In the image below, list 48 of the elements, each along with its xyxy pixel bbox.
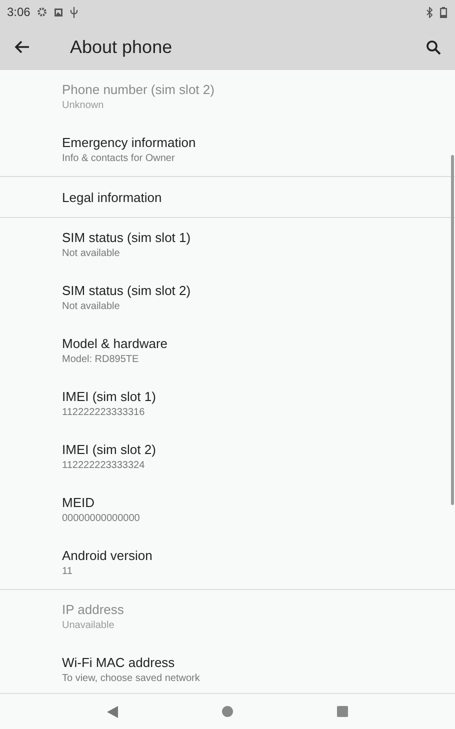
item-title: SIM status (sim slot 2) [62, 283, 192, 298]
item-title: SIM status (sim slot 1) [62, 230, 192, 245]
item-summary: Not available [62, 301, 121, 312]
back-arrow-icon [14, 40, 30, 54]
item-summary: 11 [62, 566, 74, 577]
settings-item[interactable]: Android version 11 [0, 536, 449, 589]
item-title: Legal information [62, 190, 163, 204]
item-summary: 00000000000000 [62, 513, 141, 524]
settings-item[interactable]: Model & hardware Model: RD895TE [0, 324, 449, 377]
settings-item[interactable]: MEID 00000000000000 [0, 483, 449, 536]
item-summary: Unknown [62, 100, 105, 111]
item-title: Emergency information [62, 135, 197, 150]
battery-icon [440, 6, 447, 18]
item-summary: Not available [62, 248, 121, 259]
settings-item[interactable]: IMEI (sim slot 1) 112222223333316 [0, 377, 449, 430]
item-title: IP address [62, 602, 125, 617]
item-title: Model & hardware [62, 336, 168, 351]
search-icon [426, 40, 441, 54]
item-summary: 112222223333324 [62, 460, 146, 471]
bluetooth-icon [426, 6, 433, 18]
status-time: 3:06 [7, 5, 30, 19]
item-title: Wi-Fi MAC address [62, 655, 176, 670]
item-summary: To view, choose saved network [62, 673, 201, 684]
item-title: Android version [62, 548, 154, 563]
item-title: IMEI (sim slot 1) [62, 389, 157, 404]
square-icon [337, 706, 348, 717]
page-title: About phone [70, 36, 174, 58]
item-summary: Model: RD895TE [62, 354, 140, 365]
circle-icon [222, 706, 233, 717]
settings-item[interactable]: SIM status (sim slot 1) Not available [0, 218, 449, 271]
search-button[interactable] [426, 40, 441, 54]
image-icon [54, 8, 64, 16]
back-nav-button[interactable] [107, 706, 118, 718]
usb-icon [70, 6, 78, 18]
item-title: Phone number (sim slot 2) [62, 82, 216, 97]
back-button[interactable] [14, 40, 30, 54]
item-title: IMEI (sim slot 2) [62, 442, 157, 457]
triangle-icon [107, 706, 118, 718]
settings-item[interactable]: IMEI (sim slot 2) 112222223333324 [0, 430, 449, 483]
item-title: MEID [62, 495, 96, 510]
settings-item[interactable]: Legal information [0, 177, 449, 217]
item-summary: Info & contacts for Owner [62, 153, 176, 164]
settings-item[interactable]: Wi-Fi MAC address To view, choose saved network [0, 643, 449, 693]
item-summary: 112222223333316 [62, 407, 146, 418]
settings-item[interactable]: Emergency information Info & contacts for Owner [0, 123, 449, 176]
settings-item[interactable]: SIM status (sim slot 2) Not available [0, 271, 449, 324]
home-button[interactable] [222, 706, 233, 717]
item-summary: Unavailable [62, 620, 116, 631]
